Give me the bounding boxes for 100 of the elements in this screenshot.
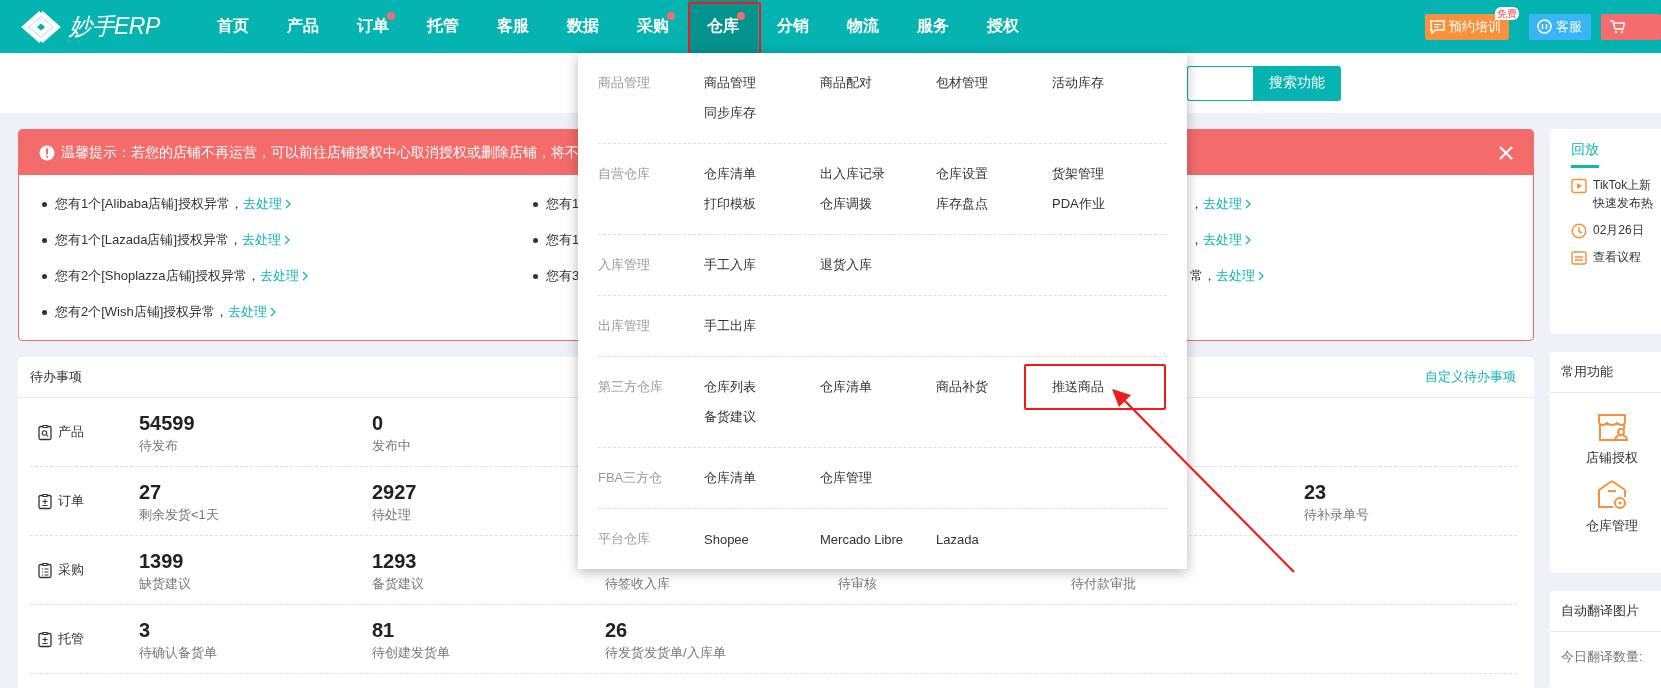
menu-item[interactable]: PDA作业	[1052, 196, 1105, 211]
replay-text[interactable]: TikTok上新	[1593, 176, 1653, 194]
menu-item[interactable]: 手工入库	[704, 257, 756, 272]
stat-value[interactable]: 0	[372, 409, 384, 436]
chevron-icon	[284, 235, 291, 245]
replay-text[interactable]: 02月26日	[1593, 221, 1644, 239]
shortcut-item[interactable]: 店铺授权	[1586, 411, 1638, 467]
chevron-icon	[270, 307, 277, 317]
logo-icon	[19, 8, 63, 45]
stat-value[interactable]: 81	[372, 616, 395, 643]
menu-item[interactable]: Lazada	[936, 531, 979, 547]
notice-text: 您有1个[Alibaba店铺]授权异常，	[55, 196, 243, 211]
service-icon	[1537, 19, 1552, 34]
clipboard-icon	[37, 492, 53, 510]
cart-button[interactable]	[1601, 13, 1661, 40]
stat-label: 今日翻译数量:	[1560, 648, 1644, 666]
menu-item[interactable]: 货架管理	[1052, 166, 1104, 181]
cart-icon	[1609, 19, 1625, 34]
menu-item[interactable]: Shopee	[704, 531, 749, 547]
free-badge: 免费	[1495, 6, 1519, 20]
menu-item[interactable]: 活动库存	[1052, 75, 1104, 90]
menu-item[interactable]: 手工出库	[704, 318, 756, 333]
warning-icon	[39, 144, 55, 161]
stat-label: 备货建议	[372, 574, 424, 593]
document-icon	[1571, 250, 1587, 266]
menu-item[interactable]: 仓库设置	[936, 166, 988, 181]
card-title: 常用功能	[1550, 352, 1661, 393]
menu-item[interactable]: 打印模板	[704, 196, 756, 211]
stat-value[interactable]: 23	[1304, 478, 1327, 505]
menu-item[interactable]: 库存盘点	[936, 196, 988, 211]
clock-icon	[1571, 223, 1587, 239]
stat-label: 待发货发货单/入库单	[605, 643, 726, 662]
row-label: 产品	[58, 423, 84, 441]
stat-label: 待补录单号	[1304, 505, 1369, 524]
stat-label: 待付款审批	[1071, 574, 1136, 593]
row-label: 采购	[58, 561, 84, 579]
stat-value[interactable]: 54599	[139, 409, 195, 436]
menu-item[interactable]: 备货建议	[704, 409, 756, 424]
menu-item[interactable]: Mercado Libre	[820, 531, 904, 547]
nav-tab[interactable]: 仓库	[688, 0, 758, 53]
stat-label: 待创建发货单	[372, 643, 450, 662]
menu-item[interactable]: 商品补货	[936, 379, 988, 394]
menu-item[interactable]: 仓库清单	[820, 379, 872, 394]
menu-item[interactable]: 退货入库	[820, 257, 872, 272]
chevron-icon	[284, 199, 291, 209]
row-label: 订单	[58, 492, 84, 510]
close-icon[interactable]	[1499, 145, 1513, 160]
store-icon	[1596, 411, 1628, 443]
row-label: 托管	[58, 630, 84, 648]
replay-text[interactable]: 查看议程	[1593, 248, 1641, 266]
menu-item[interactable]: 同步库存	[704, 105, 756, 120]
card-title: 自动翻译图片	[1550, 591, 1661, 632]
menu-group-title: 出库管理	[598, 317, 651, 335]
stat-value[interactable]: 3	[139, 616, 151, 643]
notice-text: 常，	[1190, 268, 1216, 283]
menu-item[interactable]: 仓库清单	[704, 470, 756, 485]
logo-text: 妙手ERP	[69, 12, 160, 41]
clipboard-icon	[37, 630, 53, 648]
menu-item[interactable]: 仓库管理	[820, 470, 872, 485]
menu-group-title: 第三方仓库	[598, 378, 664, 396]
section-title: 待办事项	[30, 368, 82, 386]
menu-group-title: 入库管理	[598, 256, 651, 274]
shortcut-item[interactable]: 仓库管理	[1586, 479, 1638, 535]
stat-label: 待发布	[139, 436, 178, 455]
notice-message: 温馨提示：若您的店铺不再运营，可以前往店铺授权中心取消授权或删除店铺，将不	[61, 143, 579, 162]
stat-label: 缺货建议	[139, 574, 191, 593]
warehouse-gear-icon	[1596, 479, 1628, 511]
menu-item[interactable]: 出入库记录	[820, 166, 885, 181]
menu-item[interactable]: 仓库调拨	[820, 196, 872, 211]
menu-group-title: FBA三方仓	[598, 469, 664, 487]
stat-label: 待确认备货单	[139, 643, 217, 662]
chevron-icon	[1245, 199, 1251, 209]
menu-item[interactable]: 仓库列表	[704, 379, 756, 394]
stat-value[interactable]: 2927	[372, 478, 417, 505]
search-field[interactable]	[1187, 65, 1253, 101]
stat-label: 待审核	[838, 574, 877, 593]
stat-label: 发布中	[372, 436, 411, 455]
notice-text: 您有2个[Wish店铺]授权异常，	[55, 304, 229, 319]
stat-value[interactable]: 26	[605, 616, 628, 643]
menu-item[interactable]: 包材管理	[936, 75, 988, 90]
stat-value[interactable]: 1399	[139, 547, 184, 574]
stat-value[interactable]: 1293	[372, 547, 417, 574]
clipboard-icon	[37, 423, 53, 441]
clipboard-icon	[37, 561, 53, 579]
chevron-icon	[1258, 271, 1264, 281]
menu-group-title: 平台仓库	[598, 530, 651, 548]
menu-item[interactable]: 推送商品	[1052, 379, 1104, 394]
menu-item[interactable]: 商品管理	[704, 75, 756, 90]
stat-label: 剩余发货<1天	[139, 505, 219, 524]
replay-text[interactable]: 快速发布热	[1593, 194, 1653, 212]
chat-icon	[1430, 19, 1445, 34]
video-icon	[1571, 178, 1587, 194]
stat-label: 待处理	[372, 505, 411, 524]
menu-group-title: 自营仓库	[598, 165, 651, 183]
chevron-icon	[1245, 235, 1251, 245]
menu-group-title: 商品管理	[598, 74, 651, 92]
stat-value[interactable]: 27	[139, 478, 162, 505]
chevron-icon	[302, 271, 309, 281]
menu-item[interactable]: 商品配对	[820, 75, 872, 90]
menu-item[interactable]: 仓库清单	[704, 166, 756, 181]
